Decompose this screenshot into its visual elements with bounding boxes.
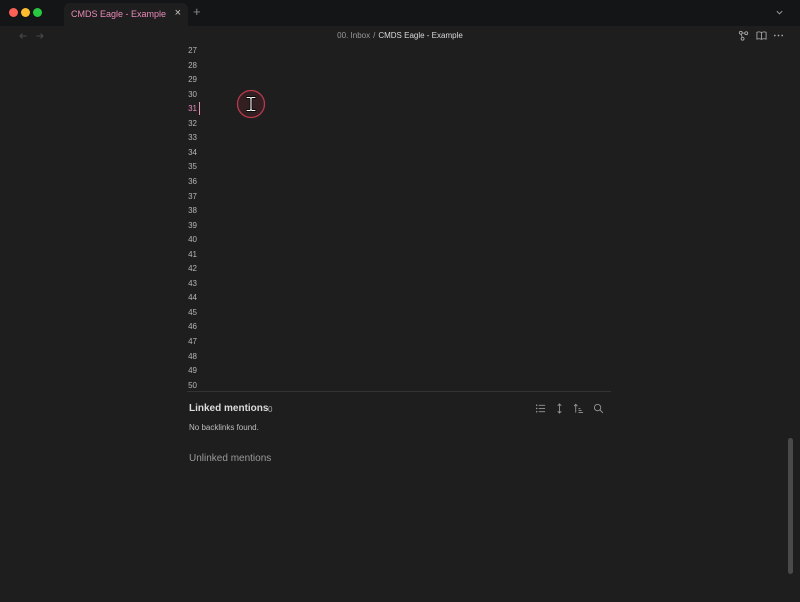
graph-icon[interactable] — [738, 30, 749, 41]
breadcrumb-separator: / — [373, 31, 376, 40]
sort-icon[interactable] — [573, 403, 584, 414]
minimize-window-button[interactable] — [21, 8, 30, 17]
line-number: 48 — [188, 351, 197, 361]
editor-pane[interactable]: 27 28 29 30 31 32 33 34 35 36 37 38 39 40 41 42 43 44 45 46… — [0, 46, 800, 602]
line-number: 41 — [188, 249, 197, 259]
close-window-button[interactable] — [9, 8, 18, 17]
line-number: 33 — [188, 133, 197, 143]
zoom-window-button[interactable] — [33, 8, 42, 17]
chevron-down-icon[interactable] — [775, 8, 784, 17]
search-icon[interactable] — [593, 403, 604, 414]
line-number: 30 — [188, 89, 197, 99]
no-backlinks-message: No backlinks found. — [189, 423, 259, 432]
line-number: 38 — [188, 206, 197, 216]
text-caret — [199, 102, 200, 115]
line-number: 35 — [188, 162, 197, 172]
line-number: 43 — [188, 278, 197, 288]
collapse-icon[interactable] — [554, 403, 565, 414]
line-number: 44 — [188, 293, 197, 303]
line-number: 36 — [188, 176, 197, 186]
line-number: 40 — [188, 235, 197, 245]
line-number: 39 — [188, 220, 197, 230]
line-number: 27 — [188, 46, 197, 55]
text-cursor-icon — [236, 89, 266, 119]
tab-cmds-eagle-example[interactable]: CMDS Eagle - Example × — [64, 3, 188, 26]
app-window: CMDS Eagle - Example × + 00. Inbox / CMDS … — [0, 0, 800, 602]
line-number: 50 — [188, 380, 197, 390]
linked-mentions-heading[interactable]: Linked mentions — [189, 403, 268, 414]
list-icon[interactable] — [535, 403, 546, 414]
reading-view-icon[interactable] — [756, 30, 767, 41]
unlinked-mentions-heading[interactable]: Unlinked mentions — [189, 453, 271, 464]
line-number: 46 — [188, 322, 197, 332]
line-number: 42 — [188, 264, 197, 274]
line-number: 32 — [188, 118, 197, 128]
title-bar: CMDS Eagle - Example × + — [0, 0, 800, 26]
tab-title: CMDS Eagle - Example — [71, 9, 167, 19]
breadcrumb-current[interactable]: CMDS Eagle - Example — [378, 31, 462, 40]
breadcrumb-folder[interactable]: 00. Inbox — [337, 31, 370, 40]
line-number: 28 — [188, 60, 197, 70]
more-options-icon[interactable] — [773, 30, 784, 41]
line-number: 45 — [188, 307, 197, 317]
line-number: 29 — [188, 75, 197, 85]
linked-mentions-count: 0 — [268, 405, 273, 414]
line-number: 37 — [188, 191, 197, 201]
view-header: 00. Inbox / CMDS Eagle - Example — [0, 26, 800, 46]
line-number: 34 — [188, 147, 197, 157]
line-number: 49 — [188, 366, 197, 376]
backlinks-divider — [187, 391, 611, 392]
scrollbar-thumb[interactable] — [788, 438, 793, 574]
breadcrumb: 00. Inbox / CMDS Eagle - Example — [0, 31, 800, 40]
line-number: 31 — [188, 104, 197, 114]
line-number: 47 — [188, 337, 197, 346]
tab-close-icon[interactable]: × — [175, 8, 181, 19]
new-tab-icon[interactable]: + — [193, 5, 201, 18]
